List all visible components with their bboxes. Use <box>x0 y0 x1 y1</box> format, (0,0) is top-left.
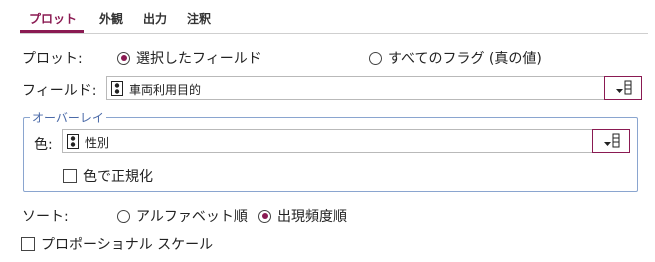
radio-selected-fields[interactable]: 選択したフィールド <box>117 48 262 68</box>
nominal-field-icon <box>67 134 79 149</box>
sort-label: ソート: <box>22 209 69 225</box>
field-label: フィールド: <box>22 83 97 99</box>
radio-button-icon <box>117 51 130 65</box>
proportional-scale-checkbox[interactable]: プロポーショナル スケール <box>21 234 213 254</box>
tab-plot[interactable]: プロット <box>29 10 77 27</box>
radio-button-icon <box>117 209 130 223</box>
radio-button-icon <box>369 51 382 65</box>
active-tab-indicator <box>20 30 84 33</box>
nominal-field-icon <box>111 81 123 96</box>
field-picker-icon <box>604 133 620 148</box>
proportional-scale-label: プロポーショナル スケール <box>41 237 214 253</box>
field-picker-button[interactable] <box>604 76 642 100</box>
radio-all-flags-label: すべてのフラグ (真の値) <box>388 51 542 67</box>
field-picker-icon <box>616 80 632 95</box>
color-field-value: 性別 <box>85 136 110 150</box>
overlay-legend: オーバーレイ <box>30 109 106 126</box>
color-field-selector[interactable]: 性別 <box>62 129 630 153</box>
plot-label: プロット: <box>22 51 83 67</box>
radio-sort-alphabetical-label: アルファベット順 <box>136 209 248 225</box>
radio-button-icon <box>258 209 271 223</box>
field-selector[interactable]: 車両利用目的 <box>106 76 642 100</box>
checkbox-icon <box>21 237 35 251</box>
normalize-by-color-checkbox[interactable]: 色で正規化 <box>63 166 153 186</box>
radio-all-flags[interactable]: すべてのフラグ (真の値) <box>369 48 542 68</box>
radio-sort-alphabetical[interactable]: アルファベット順 <box>117 206 248 226</box>
tab-appearance[interactable]: 外観 <box>99 10 123 27</box>
radio-sort-frequency[interactable]: 出現頻度順 <box>258 206 347 226</box>
normalize-by-color-label: 色で正規化 <box>83 169 153 185</box>
tab-annotations[interactable]: 注釈 <box>187 10 211 27</box>
tab-bar: プロット 外観 出力 注釈 <box>20 0 648 34</box>
radio-selected-fields-label: 選択したフィールド <box>136 51 262 67</box>
field-value: 車両利用目的 <box>129 83 202 97</box>
tab-output[interactable]: 出力 <box>143 10 167 27</box>
radio-sort-frequency-label: 出現頻度順 <box>277 209 347 225</box>
color-field-picker-button[interactable] <box>592 129 630 153</box>
color-label: 色: <box>34 137 53 153</box>
checkbox-icon <box>63 169 77 183</box>
